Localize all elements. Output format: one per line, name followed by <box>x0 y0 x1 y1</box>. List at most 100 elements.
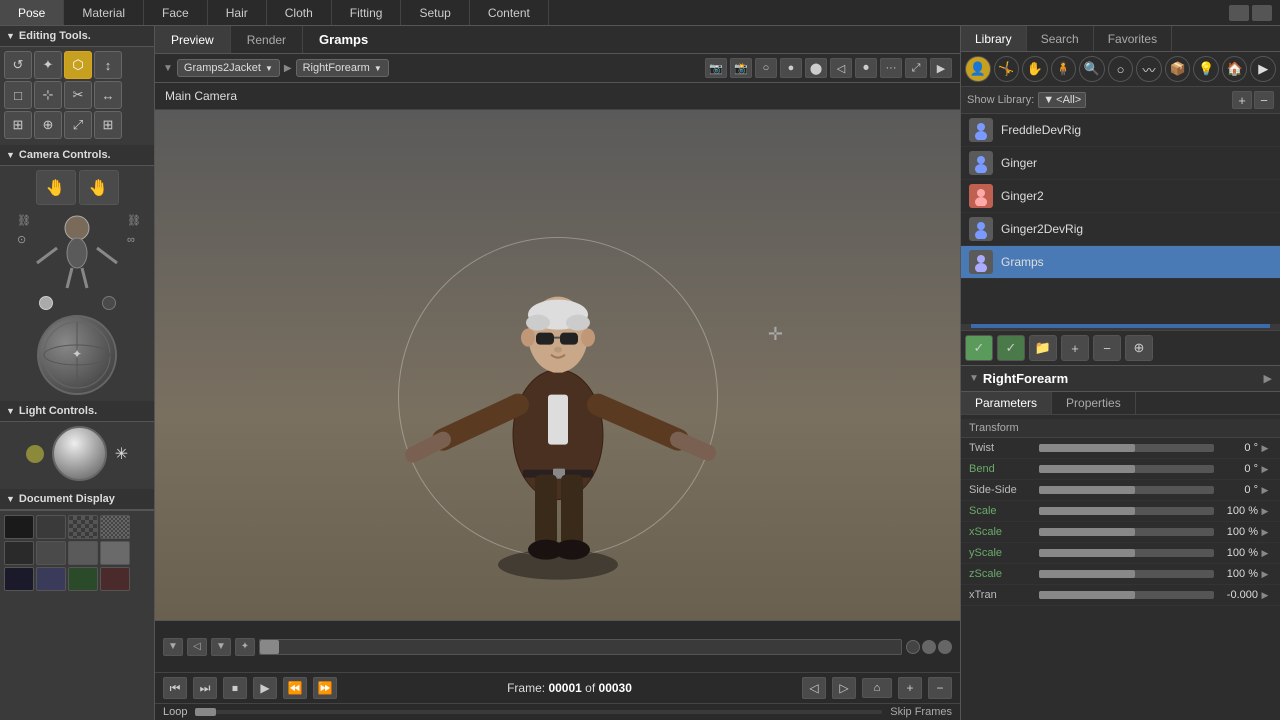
tool-bone[interactable]: ⤢ <box>64 111 92 139</box>
pb-nav-left[interactable]: ◁ <box>802 677 826 699</box>
lib-icon-pose[interactable]: 🤸 <box>994 56 1020 82</box>
lib-add-btn[interactable]: + <box>1232 91 1252 109</box>
tab-fitting[interactable]: Fitting <box>332 0 402 25</box>
vp-dropdown-bone[interactable]: RightForearm ▼ <box>296 59 389 77</box>
lib-item-freddle[interactable]: FreddleDevRig <box>961 114 1280 147</box>
lib-icon-hand[interactable]: ✋ <box>1022 56 1048 82</box>
lib-icon-body[interactable]: 🧍 <box>1051 56 1077 82</box>
lib-tab-library[interactable]: Library <box>961 26 1027 51</box>
swatch-dark-red[interactable] <box>100 567 130 591</box>
param-expand-yscale[interactable]: ▶ <box>1258 546 1272 560</box>
tab-face[interactable]: Face <box>144 0 208 25</box>
swatch-black[interactable] <box>4 515 34 539</box>
timeline-track[interactable] <box>259 639 902 655</box>
vp-icon-camera[interactable]: 📷 <box>705 58 727 78</box>
timeline-btn-down2[interactable]: ▼ <box>211 638 231 656</box>
tool-grid[interactable]: ⊞ <box>4 111 32 139</box>
param-slider-track-xtran[interactable] <box>1039 591 1214 599</box>
pb-prev[interactable]: ⏪ <box>283 677 307 699</box>
param-tab-parameters[interactable]: Parameters <box>961 392 1052 414</box>
lib-tab-search[interactable]: Search <box>1027 26 1094 51</box>
sun-icon[interactable]: ✳ <box>115 444 128 464</box>
lib-item-gramps[interactable]: Gramps <box>961 246 1280 279</box>
vp-icon-arrow-left[interactable]: ◁ <box>830 58 852 78</box>
scene-area[interactable]: ✛ <box>155 110 960 620</box>
swatch-dark-blue[interactable] <box>4 567 34 591</box>
light-sphere[interactable] <box>52 426 107 481</box>
camera-dot-left[interactable] <box>39 296 53 310</box>
tool-body[interactable]: ⊹ <box>34 81 62 109</box>
lib-icon-more[interactable]: ▶ <box>1250 56 1276 82</box>
param-expand-sideside[interactable]: ▶ <box>1258 483 1272 497</box>
tool-select[interactable]: ⬡ <box>64 51 92 79</box>
pb-key-btn[interactable]: ⌂ <box>862 678 892 698</box>
lib-tab-favorites[interactable]: Favorites <box>1094 26 1172 51</box>
param-expand-btn[interactable]: ▶ <box>1264 372 1272 385</box>
pb-plus[interactable]: + <box>898 677 922 699</box>
param-slider-track-bend[interactable] <box>1039 465 1214 473</box>
tab-material[interactable]: Material <box>64 0 144 25</box>
vp-icon-dot[interactable]: ⬤ <box>805 58 827 78</box>
lib-icon-ring[interactable]: ○ <box>1108 56 1134 82</box>
swatch-checker[interactable] <box>68 515 98 539</box>
vp-tab-preview[interactable]: Preview <box>155 26 231 53</box>
tool-cut[interactable]: ✂ <box>64 81 92 109</box>
param-expand-zscale[interactable]: ▶ <box>1258 567 1272 581</box>
pb-skip-start[interactable]: ⏮ <box>163 677 187 699</box>
lib-remove-btn[interactable]: − <box>1254 91 1274 109</box>
timeline-btn-down[interactable]: ▼ <box>163 638 183 656</box>
scrubber-handle[interactable] <box>195 708 216 716</box>
tool-move[interactable]: ↕ <box>94 51 122 79</box>
lib-icon-scene[interactable]: 🏠 <box>1222 56 1248 82</box>
param-slider-track-yscale[interactable] <box>1039 549 1214 557</box>
tool-marquee[interactable]: □ <box>4 81 32 109</box>
tool-zoom[interactable]: ⊕ <box>34 111 62 139</box>
param-expand-twist[interactable]: ▶ <box>1258 441 1272 455</box>
param-expand-bend[interactable]: ▶ <box>1258 462 1272 476</box>
param-slider-zscale[interactable]: 100 % <box>1039 568 1258 580</box>
tool-transform[interactable]: ✦ <box>34 51 62 79</box>
param-slider-yscale[interactable]: 100 % <box>1039 547 1258 559</box>
lib-check2-btn[interactable]: ✓ <box>997 335 1025 361</box>
param-slider-track-twist[interactable] <box>1039 444 1214 452</box>
param-slider-bend[interactable]: 0 ° <box>1039 463 1258 475</box>
pb-next[interactable]: ⏩ <box>313 677 337 699</box>
pb-prev-frame[interactable]: ⏭ <box>193 677 217 699</box>
vp-icon-dots[interactable]: ··· <box>880 58 902 78</box>
lib-icon-person[interactable]: 👤 <box>965 56 991 82</box>
param-slider-xtran[interactable]: -0.000 <box>1039 589 1258 601</box>
tab-cloth[interactable]: Cloth <box>267 0 332 25</box>
window-minimize[interactable] <box>1229 5 1249 21</box>
swatch-medium[interactable] <box>36 541 66 565</box>
tool-arrows[interactable]: ↔ <box>94 81 122 109</box>
vp-icon-arrow-right[interactable]: ▶ <box>930 58 952 78</box>
lib-copy-btn[interactable]: ⊕ <box>1125 335 1153 361</box>
lib-item-ginger2[interactable]: Ginger2 <box>961 180 1280 213</box>
swatch-dark-green[interactable] <box>68 567 98 591</box>
light-dot-warm[interactable] <box>26 445 44 463</box>
rotation-sphere[interactable]: ✦ <box>37 315 117 395</box>
lib-icon-hair[interactable]: 〰 <box>1136 56 1162 82</box>
lib-remove-item-btn[interactable]: − <box>1093 335 1121 361</box>
lib-item-ginger[interactable]: Ginger <box>961 147 1280 180</box>
lib-icon-lens[interactable]: 🔍 <box>1079 56 1105 82</box>
param-slider-track-sideside[interactable] <box>1039 486 1214 494</box>
param-tab-properties[interactable]: Properties <box>1052 392 1136 414</box>
param-slider-xscale[interactable]: 100 % <box>1039 526 1258 538</box>
tool-expand[interactable]: ⊞ <box>94 111 122 139</box>
camera-hand-left[interactable]: 🤚 <box>36 170 76 205</box>
vp-dropdown-jacket[interactable]: Gramps2Jacket ▼ <box>177 59 280 77</box>
tab-pose[interactable]: Pose <box>0 0 64 25</box>
tab-setup[interactable]: Setup <box>401 0 469 25</box>
vp-tab-render[interactable]: Render <box>231 26 303 53</box>
swatch-dark-gray[interactable] <box>36 515 66 539</box>
tab-hair[interactable]: Hair <box>208 0 267 25</box>
param-slider-track-xscale[interactable] <box>1039 528 1214 536</box>
swatch-fine-checker[interactable] <box>100 515 130 539</box>
lib-check-btn[interactable]: ✓ <box>965 335 993 361</box>
param-slider-track-scale[interactable] <box>1039 507 1214 515</box>
swatch-blue-gray[interactable] <box>36 567 66 591</box>
pb-minus[interactable]: − <box>928 677 952 699</box>
vp-dropdown-arrow1[interactable]: ▼ <box>163 63 173 74</box>
lib-add-item-btn[interactable]: + <box>1061 335 1089 361</box>
